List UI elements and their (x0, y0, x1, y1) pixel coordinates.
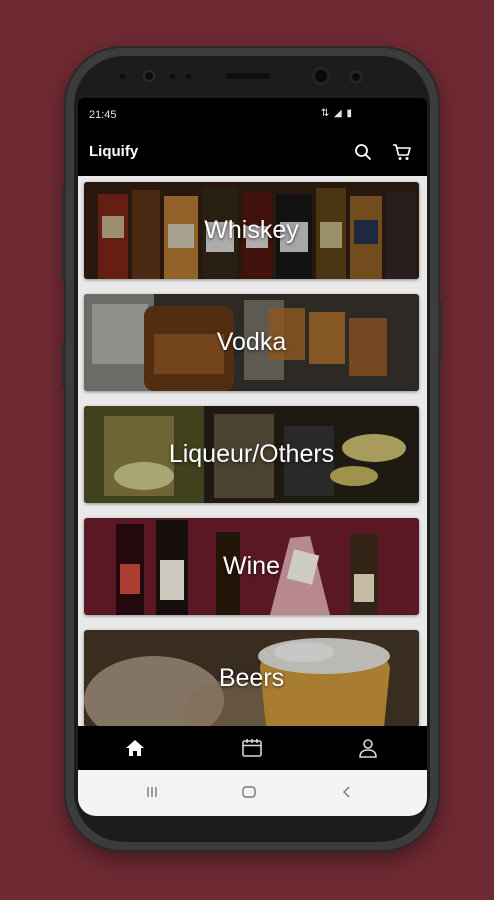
nav-account-tab[interactable] (355, 736, 381, 760)
calendar-icon (242, 739, 262, 757)
app-screen: 21:45 ⇅ ◢ ▮ Liquify Whiskey Vodka Liqueu… (78, 98, 427, 816)
category-label-beers: Beers (218, 664, 285, 692)
cart-button[interactable] (390, 140, 414, 164)
system-home-button[interactable] (239, 782, 259, 802)
cart-icon (393, 144, 411, 160)
home-icon (126, 740, 144, 756)
iris-scanner (311, 66, 331, 86)
category-card-wine[interactable]: Wine (84, 518, 419, 615)
search-button[interactable] (351, 140, 375, 164)
status-bar: 21:45 ⇅ ◢ ▮ (78, 98, 427, 134)
app-title: Liquify (89, 143, 139, 160)
sensor-dot (186, 74, 191, 79)
category-card-vodka[interactable]: Vodka (84, 294, 419, 391)
account-icon (359, 739, 377, 758)
search-icon (355, 144, 371, 160)
category-label-liqueur-others: Liqueur/Others (168, 440, 335, 468)
recent-apps-icon (147, 787, 157, 797)
category-list: Whiskey Vodka Liqueur/Others Wine Beers (78, 176, 427, 726)
home-button-icon (242, 786, 256, 798)
nav-home-tab[interactable] (122, 736, 148, 760)
app-bar: Liquify (78, 134, 427, 176)
category-card-whiskey[interactable]: Whiskey (84, 182, 419, 279)
nav-calendar-tab[interactable] (239, 736, 265, 760)
power-button (438, 300, 442, 358)
category-card-liqueur-others[interactable]: Liqueur/Others (84, 406, 419, 503)
sensor-dot (170, 74, 175, 79)
front-camera (143, 70, 155, 82)
category-card-beers[interactable]: Beers (84, 630, 419, 726)
recent-apps-button[interactable] (142, 782, 162, 802)
bottom-navigation (78, 726, 427, 770)
sensor-dot (120, 74, 125, 79)
system-navigation-bar (78, 770, 427, 816)
earpiece-speaker (226, 73, 270, 79)
back-button[interactable] (337, 782, 357, 802)
status-time: 21:45 (89, 109, 117, 121)
bixby-button (62, 342, 66, 388)
volume-button (62, 186, 66, 282)
back-icon (343, 786, 350, 798)
category-label-vodka: Vodka (216, 328, 287, 356)
category-label-wine: Wine (223, 552, 280, 580)
proximity-sensor (349, 70, 363, 84)
status-icons: ⇅ ◢ ▮ (320, 108, 353, 119)
category-label-whiskey: Whiskey (204, 216, 299, 244)
